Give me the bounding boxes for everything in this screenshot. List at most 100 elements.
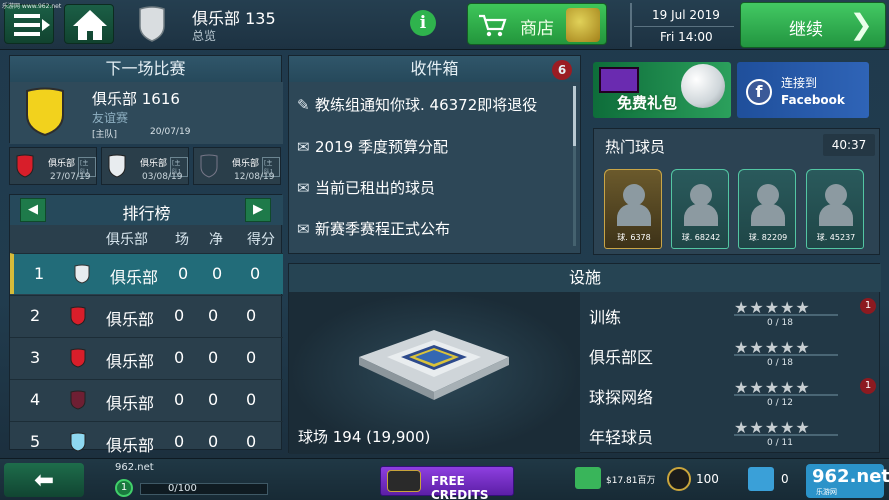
fixture-date: 12/08/19: [234, 172, 275, 182]
gift-count: 0: [781, 472, 789, 486]
free-credits-button[interactable]: FREE CREDITS: [380, 466, 514, 500]
row-net: 0: [208, 306, 219, 325]
table-row[interactable]: 5 俱乐部 0 0 0: [10, 421, 283, 455]
prev-league-button[interactable]: ◀: [20, 198, 46, 222]
inbox-message[interactable]: ✎ 教练组通知你球. 46372即将退役: [297, 94, 537, 115]
envelope-icon: ✉: [297, 138, 310, 156]
free-gift-banner[interactable]: 免费礼包: [593, 62, 731, 118]
col-net: 净: [209, 232, 223, 248]
shop-button[interactable]: 商店: [467, 3, 607, 45]
fixture-club: 俱乐部: [232, 159, 260, 169]
player-card[interactable]: 球. 6378: [604, 169, 662, 249]
xp-progress-bar: [140, 483, 268, 495]
document-icon: ✎: [297, 96, 310, 114]
facility-row[interactable]: 年轻球员 ★★★★★ 0 / 11: [589, 418, 874, 456]
fixture-card[interactable]: 俱乐部 [主队] 27/07/19: [9, 147, 97, 185]
inbox-title: 收件箱: [410, 59, 459, 78]
message-text: 当前已租出的球员: [315, 179, 436, 197]
fixture-card[interactable]: 俱乐部 [主队] 12/08/19: [193, 147, 281, 185]
envelope-icon: ✉: [297, 220, 310, 238]
opponent-name: 俱乐部 1616: [92, 90, 180, 108]
date-display: 19 Jul 2019 Fri 14:00: [630, 3, 736, 47]
back-button[interactable]: ⬅: [4, 463, 84, 497]
inbox-message[interactable]: ✉ 当前已租出的球员: [297, 177, 435, 198]
inbox-header: 收件箱 6: [289, 56, 580, 82]
hot-players-panel: 热门球员 40:37 球. 6378 球. 68242 球. 82209 球. …: [593, 128, 880, 255]
club-shield-icon: [74, 264, 90, 284]
back-arrow-icon: ⬅: [34, 466, 55, 494]
facility-name: 球探网络: [589, 388, 654, 407]
facility-name: 俱乐部区: [589, 348, 654, 367]
table-row[interactable]: 3 俱乐部 0 0 0: [10, 337, 283, 378]
facility-alert-badge: 1: [860, 298, 876, 314]
menu-button[interactable]: [4, 4, 54, 44]
site-logo: 962.net 乐游网: [806, 464, 889, 498]
facility-row[interactable]: 俱乐部区 ★★★★★ 0 / 18: [589, 338, 874, 376]
club-shield-icon: [200, 154, 218, 178]
site-logo-subtext: 乐游网: [816, 488, 837, 496]
row-position: 1: [34, 264, 45, 283]
player-silhouette-body: [819, 204, 853, 226]
row-played: 0: [174, 390, 185, 409]
facility-row[interactable]: 训练 ★★★★★ 0 / 18 1: [589, 298, 876, 336]
player-card[interactable]: 球. 68242: [671, 169, 729, 249]
facility-alert-badge: 1: [860, 378, 876, 394]
row-points: 0: [250, 264, 261, 283]
site-label: 962.net: [115, 462, 154, 473]
facility-progress-bar: [734, 314, 838, 316]
facilities-title: 设施: [289, 264, 881, 292]
player-card[interactable]: 球. 82209: [738, 169, 796, 249]
gift-box-icon[interactable]: [748, 467, 774, 491]
inbox-message[interactable]: ✉ 新赛季赛程正式公布: [297, 218, 450, 239]
next-league-button[interactable]: ▶: [245, 198, 271, 222]
club-shield-icon: [16, 154, 34, 178]
club-shield-icon: [70, 432, 86, 452]
row-played: 0: [174, 306, 185, 325]
current-date: 19 Jul 2019: [652, 8, 720, 22]
table-row[interactable]: 4 俱乐部 0 0 0: [10, 379, 283, 420]
facility-progress-bar: [734, 354, 838, 356]
league-table-columns: 俱乐部 场 净 得分: [10, 226, 283, 248]
next-match-title: 下一场比赛: [10, 56, 281, 82]
row-club: 俱乐部: [106, 310, 155, 329]
table-row[interactable]: 2 俱乐部 0 0 0: [10, 295, 283, 336]
top-bar: 俱乐部 135 总览 i 商店 19 Jul 2019 Fri 14:00 继续…: [0, 0, 889, 50]
fixture-card[interactable]: 俱乐部 [主队] 03/08/19: [101, 147, 189, 185]
home-button[interactable]: [64, 4, 114, 44]
next-match-panel[interactable]: 下一场比赛 俱乐部 1616 友谊赛 [主队] 20/07/19: [9, 55, 283, 144]
message-text: 2019 季度预算分配: [315, 138, 448, 156]
row-played: 0: [174, 432, 185, 451]
stadium-view[interactable]: 球场 194 (19,900): [289, 292, 580, 454]
envelope-icon: ✉: [297, 179, 310, 197]
fixture-date: 27/07/19: [50, 172, 91, 182]
row-position: 3: [30, 348, 41, 367]
table-row[interactable]: 1 俱乐部 0 0 0: [10, 253, 283, 294]
league-table-panel: 排行榜 ◀ ▶ 俱乐部 场 净 得分 1 俱乐部 0 0 0 2 俱乐部 0 0…: [9, 194, 283, 455]
facebook-connect-banner[interactable]: f 连接到 Facebook: [737, 62, 869, 118]
row-played: 0: [174, 348, 185, 367]
token-balance: 100: [696, 472, 719, 486]
current-time: Fri 14:00: [660, 30, 713, 44]
club-shield-icon: [70, 306, 86, 326]
shop-label: 商店: [520, 19, 554, 39]
stadium-label: 球场 194 (19,900): [298, 428, 431, 446]
facility-level: 0 / 18: [767, 318, 793, 328]
player-silhouette-icon: [757, 184, 779, 206]
club-shield-icon: [108, 154, 126, 178]
level-badge: 1: [115, 479, 133, 497]
facility-row[interactable]: 球探网络 ★★★★★ 0 / 12 1: [589, 378, 876, 416]
row-club: 俱乐部: [106, 394, 155, 413]
arrow-left-icon: ◀: [28, 202, 38, 217]
info-button[interactable]: i: [410, 10, 436, 36]
player-card[interactable]: 球. 45237: [806, 169, 864, 249]
hot-players-timer: 40:37: [823, 134, 875, 156]
row-club: 俱乐部: [106, 352, 155, 371]
club-name: 俱乐部 135: [192, 9, 276, 28]
message-text: 新赛季赛程正式公布: [315, 220, 451, 238]
col-club: 俱乐部: [106, 232, 148, 248]
facility-progress-bar: [734, 394, 838, 396]
continue-button[interactable]: 继续 ❯: [740, 2, 886, 48]
inbox-message[interactable]: ✉ 2019 季度预算分配: [297, 136, 448, 157]
inbox-scroll-thumb[interactable]: [573, 86, 576, 146]
match-date: 20/07/19: [150, 127, 191, 137]
